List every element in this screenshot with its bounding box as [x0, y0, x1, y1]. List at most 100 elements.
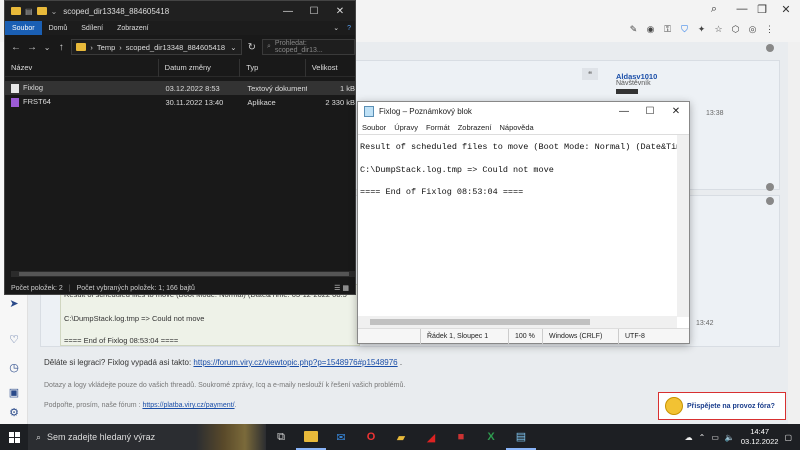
- message-link[interactable]: https://forum.viry.cz/viewtopic.php?p=15…: [193, 358, 397, 367]
- chevron-down-icon[interactable]: ⌄: [230, 43, 240, 52]
- opera-icon[interactable]: O: [356, 424, 386, 450]
- chevron-down-icon[interactable]: ⌄: [329, 21, 343, 35]
- collapse-icon[interactable]: [766, 44, 774, 52]
- column-name[interactable]: Název: [5, 58, 159, 77]
- tab-file[interactable]: Soubor: [5, 21, 42, 35]
- address-bar[interactable]: › Temp › scoped_dir13348_884605418 ⌄: [71, 39, 242, 55]
- help-icon[interactable]: ?: [343, 21, 355, 35]
- explorer-taskbar-icon[interactable]: [296, 424, 326, 450]
- properties-icon[interactable]: ▤: [25, 7, 33, 16]
- menu-view[interactable]: Zobrazení: [454, 123, 496, 132]
- notifications-icon[interactable]: ▢: [784, 433, 792, 442]
- clock[interactable]: 14:47 03.12.2022: [741, 427, 779, 447]
- settings-icon[interactable]: ⚙: [7, 405, 21, 419]
- camera-icon[interactable]: ◉: [645, 24, 656, 35]
- taskbar-search[interactable]: ⌕ Sem zadejte hledaný výraz: [28, 424, 196, 450]
- network-icon[interactable]: ▭: [711, 433, 719, 442]
- new-folder-icon[interactable]: [36, 7, 47, 15]
- task-view-icon[interactable]: ⧉: [266, 424, 296, 450]
- folder-icon: [76, 43, 87, 51]
- tab-share[interactable]: Sdílení: [74, 21, 110, 35]
- close-button[interactable]: ✕: [663, 102, 689, 120]
- up-button[interactable]: ↑: [57, 42, 65, 53]
- scrollbar-thumb[interactable]: [370, 319, 590, 325]
- send-icon[interactable]: ➤: [7, 296, 21, 310]
- menu-edit[interactable]: Úpravy: [390, 123, 422, 132]
- star-icon[interactable]: ☆: [713, 24, 724, 35]
- minimize-button[interactable]: —: [275, 1, 301, 21]
- box-icon[interactable]: ▣: [7, 385, 21, 399]
- text-editor[interactable]: [358, 134, 689, 316]
- close-button[interactable]: ✕: [327, 1, 353, 21]
- page-scrollbar[interactable]: [788, 42, 800, 424]
- pdf-icon[interactable]: ◢: [416, 424, 446, 450]
- excel-icon[interactable]: X: [476, 424, 506, 450]
- search-icon: ⌕: [36, 431, 42, 442]
- breadcrumb-separator: ›: [119, 42, 122, 52]
- volume-icon[interactable]: 🔈: [725, 433, 735, 442]
- dropbox-icon[interactable]: ✦: [696, 24, 707, 35]
- maximize-button[interactable]: ☐: [637, 102, 663, 120]
- close-button[interactable]: ✕: [772, 0, 800, 18]
- heart-icon[interactable]: ♡: [7, 332, 21, 346]
- clock-time: 14:47: [750, 427, 770, 436]
- menu-icon[interactable]: ⋮: [764, 24, 775, 35]
- maximize-button[interactable]: ☐: [301, 1, 327, 21]
- shield-icon[interactable]: ⛉: [679, 24, 690, 35]
- breadcrumb-current[interactable]: scoped_dir13348_884605418: [126, 43, 225, 52]
- folder-icon: [11, 7, 21, 15]
- notepad-taskbar-icon[interactable]: ▤: [506, 424, 536, 450]
- file-row[interactable]: Fixlog 03.12.2022 8:53 Textový dokument …: [5, 81, 355, 95]
- profile-icon[interactable]: ◎: [747, 24, 758, 35]
- chevron-down-icon[interactable]: ⌄: [51, 7, 58, 16]
- column-type[interactable]: Typ: [240, 58, 306, 77]
- support-link[interactable]: https://platba.viry.cz/payment/: [142, 402, 234, 409]
- menu-help[interactable]: Nápověda: [496, 123, 538, 132]
- chevron-up-icon[interactable]: ⌃: [699, 433, 706, 442]
- breadcrumb-temp[interactable]: Temp: [97, 43, 115, 52]
- minimize-button[interactable]: —: [611, 102, 637, 120]
- tab-view[interactable]: Zobrazení: [110, 21, 156, 35]
- collapse-icon[interactable]: [766, 183, 774, 191]
- column-size[interactable]: Velikost: [306, 59, 355, 77]
- extension-icon[interactable]: ⬡: [730, 24, 741, 35]
- file-date: 30.11.2022 13:40: [165, 97, 224, 107]
- search-highlight-image[interactable]: [196, 424, 266, 450]
- donate-button[interactable]: Přispějete na provoz fóra?: [658, 392, 786, 420]
- collapse-icon[interactable]: [766, 197, 774, 205]
- quote-line: C:\DumpStack.log.tmp => Could not move: [64, 314, 205, 323]
- text-file-icon: [11, 83, 19, 93]
- line-ending: Windows (CRLF): [542, 328, 618, 344]
- refresh-button[interactable]: ↻: [248, 42, 256, 53]
- menu-file[interactable]: Soubor: [358, 123, 390, 132]
- notepad-title: Fixlog – Poznámkový blok: [379, 106, 472, 116]
- file-row[interactable]: FRST64 30.11.2022 13:40 Aplikace 2 330 k…: [5, 95, 355, 109]
- text-line: C:\DumpStack.log.tmp => Could not move: [360, 165, 554, 175]
- text-line: Result of scheduled files to move (Boot …: [360, 142, 687, 152]
- browser-extensions: ✎ ◉ ⚿ ⛉ ✦ ☆ ⬡ ◎ ⋮: [628, 24, 775, 35]
- menu-format[interactable]: Formát: [422, 123, 454, 132]
- search-icon[interactable]: ⌕: [700, 0, 728, 18]
- edit-icon[interactable]: ✎: [628, 24, 639, 35]
- search-input[interactable]: ⌕ Prohledat: scoped_dir13...: [261, 39, 355, 55]
- quote-icon[interactable]: ❝: [582, 68, 598, 80]
- start-button[interactable]: [0, 424, 28, 450]
- app-icon[interactable]: ■: [446, 424, 476, 450]
- forward-button[interactable]: →: [27, 42, 37, 53]
- file-explorer-window: ▤ ⌄ scoped_dir13348_884605418 — ☐ ✕ Soub…: [4, 0, 356, 295]
- mail-icon[interactable]: ✉: [326, 424, 356, 450]
- vertical-scrollbar[interactable]: [677, 135, 689, 317]
- post-time: 13:42: [696, 320, 714, 327]
- weather-icon[interactable]: ☁: [685, 433, 693, 442]
- key-icon[interactable]: ⚿: [662, 24, 673, 35]
- tab-home[interactable]: Domů: [42, 21, 75, 35]
- clock-icon[interactable]: ◷: [7, 360, 21, 374]
- app-icon: [11, 97, 19, 107]
- cursor-position: Řádek 1, Sloupec 1: [420, 328, 508, 344]
- column-date[interactable]: Datum změny: [159, 58, 241, 77]
- back-button[interactable]: ←: [11, 42, 21, 53]
- details-view-icon[interactable]: ☰ ▦: [334, 284, 355, 292]
- scrollbar-thumb[interactable]: [19, 272, 349, 276]
- history-chevron-icon[interactable]: ⌄: [43, 43, 51, 52]
- files-icon[interactable]: ▰: [386, 424, 416, 450]
